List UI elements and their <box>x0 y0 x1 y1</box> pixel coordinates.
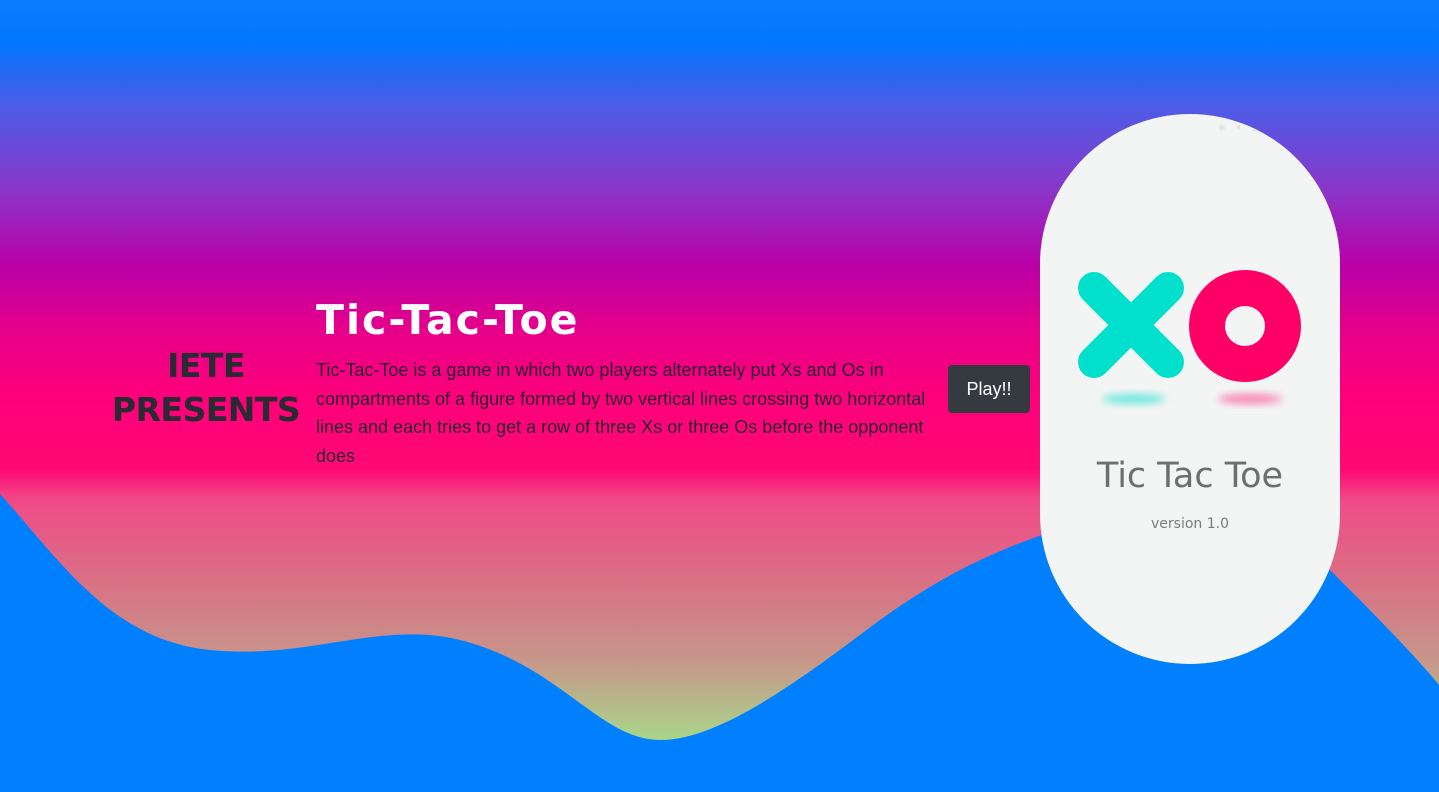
status-bar-left: ◐ ◒ <box>1092 122 1106 132</box>
o-shadow-icon <box>1218 394 1282 404</box>
x-shadow-icon <box>1102 394 1166 404</box>
landing-page: IETE PRESENTS Tic-Tac-Toe Tic-Tac-Toe is… <box>0 0 1439 792</box>
app-version: version 1.0 <box>1151 516 1229 532</box>
status-bar-right: ◉ ▾ ◢ ▮ <box>1218 122 1278 132</box>
phone-mockup: ◐ ◒ ◉ ▾ ◢ ▮ Tic Tac Toe version 1.0 <box>1040 114 1340 664</box>
x-mark-icon <box>1078 272 1184 378</box>
app-logo <box>1078 270 1301 404</box>
app-name: Tic Tac Toe <box>1096 456 1284 496</box>
game-description: Tic-Tac-Toe is a game in which two playe… <box>316 360 926 466</box>
presenter-heading: IETE PRESENTS <box>108 344 304 432</box>
o-mark-icon <box>1189 270 1301 382</box>
presenter-org: IETE <box>167 346 245 385</box>
play-button[interactable]: Play!! <box>948 365 1030 413</box>
game-title: Tic-Tac-Toe <box>316 296 580 344</box>
presenter-word: PRESENTS <box>111 390 301 429</box>
